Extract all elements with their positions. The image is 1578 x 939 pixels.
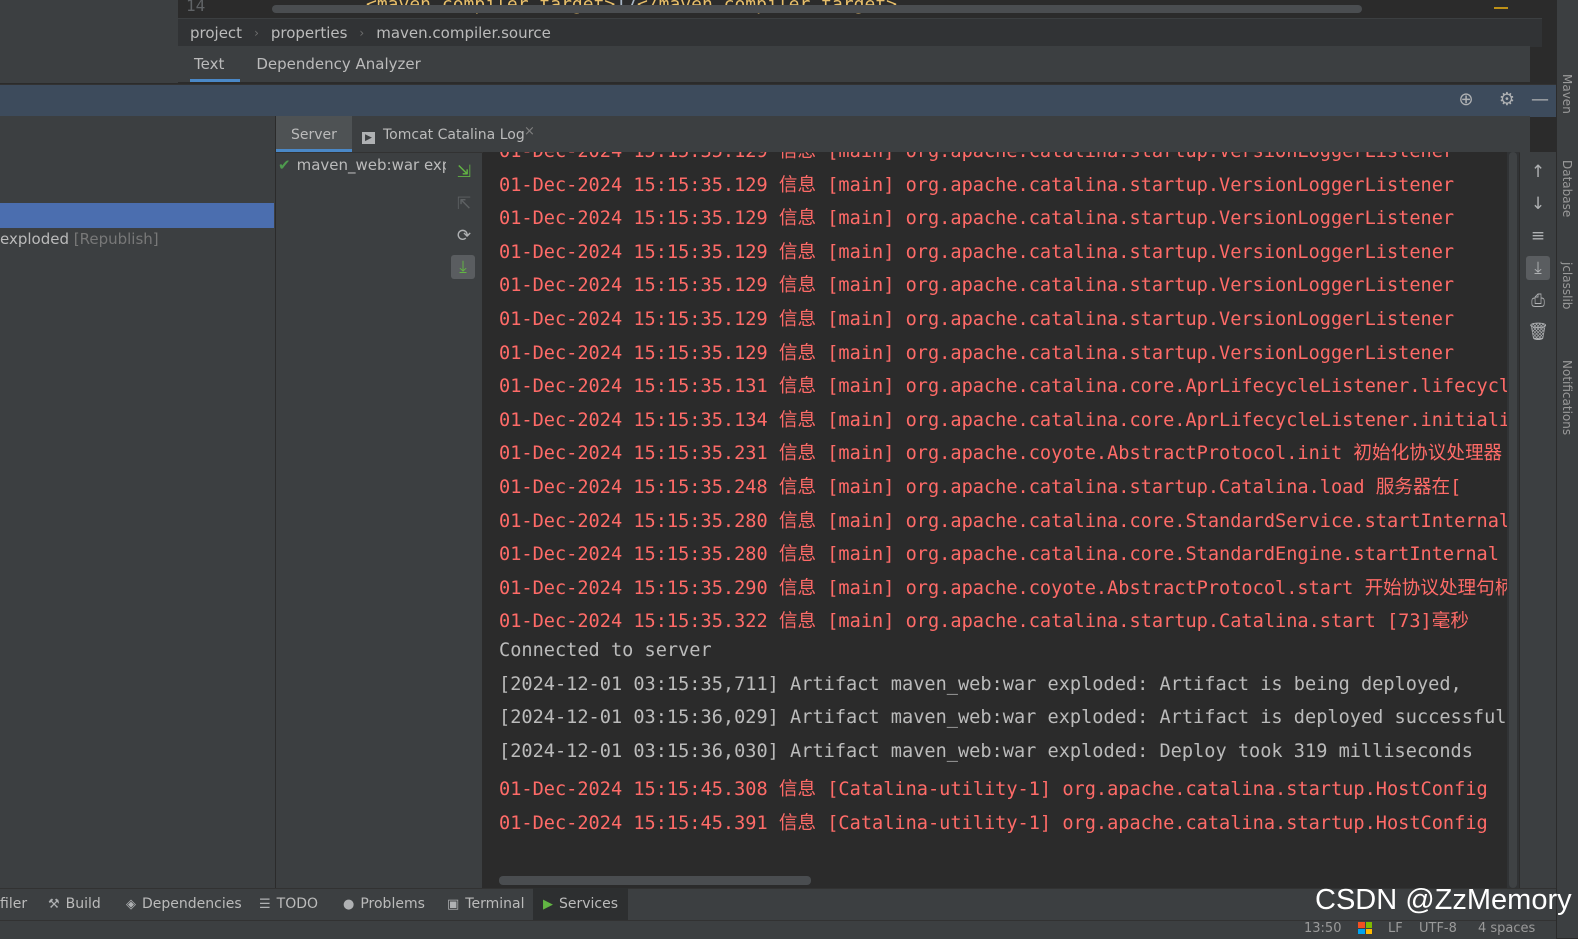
console-line[interactable]: 01-Dec-2024 15:15:35.134 信息 [main] org.a… <box>499 405 1519 432</box>
console-line[interactable]: [2024-12-01 03:15:36,030] Artifact maven… <box>499 741 1473 762</box>
print-icon[interactable]: ⎙ <box>1526 289 1550 313</box>
close-icon[interactable]: × <box>524 124 535 139</box>
console-line[interactable]: 01-Dec-2024 15:15:35.129 信息 [main] org.a… <box>499 270 1454 297</box>
console-line[interactable]: 01-Dec-2024 15:15:35.129 信息 [main] org.a… <box>499 304 1454 331</box>
undeploy-icon[interactable]: ⇱ <box>452 192 476 216</box>
console-line[interactable]: 01-Dec-2024 15:15:35.280 信息 [main] org.a… <box>499 539 1499 566</box>
soft-wrap-icon[interactable]: ≡ <box>1526 224 1550 248</box>
bottom-tab-label: Terminal <box>465 896 525 912</box>
console-line[interactable]: [2024-12-01 03:15:36,029] Artifact maven… <box>499 707 1519 728</box>
target-icon[interactable]: ⊕ <box>1454 88 1478 112</box>
deploy-icon[interactable]: ⇲ <box>452 160 476 184</box>
console-line[interactable]: 01-Dec-2024 15:15:35.129 信息 [main] org.a… <box>499 170 1454 197</box>
layers-icon: ◈ <box>126 897 136 912</box>
gear-icon[interactable]: ⚙ <box>1495 88 1519 112</box>
trash-icon[interactable]: 🗑 <box>1526 320 1550 344</box>
line-number: 14 <box>186 0 206 15</box>
status-indent[interactable]: 4 spaces <box>1478 920 1535 938</box>
bottom-tab-todo[interactable]: ☰ TODO <box>259 888 318 920</box>
status-line-separator[interactable]: LF <box>1388 920 1403 938</box>
check-icon: ✔ <box>278 156 291 174</box>
console-line[interactable]: 01-Dec-2024 15:15:35.131 信息 [main] org.a… <box>499 371 1519 398</box>
stripe-database[interactable]: Database <box>1560 160 1574 217</box>
scroll-to-end-icon[interactable]: ⤓ <box>451 255 475 279</box>
breadcrumb-item-properties[interactable]: properties <box>271 24 348 42</box>
bottom-tab-services[interactable]: ▶ Services <box>533 888 629 920</box>
deployment-item[interactable]: ✔ maven_web:war exp <box>278 156 446 174</box>
bottom-tab-label: Services <box>559 896 619 912</box>
status-encoding[interactable]: UTF-8 <box>1419 920 1457 938</box>
bottom-tab-profiler[interactable]: filer <box>0 888 27 920</box>
list-icon: ☰ <box>259 897 271 912</box>
tree-item-label: exploded <box>0 230 69 248</box>
chevron-right-icon: › <box>254 26 259 40</box>
console-line[interactable]: 01-Dec-2024 15:15:35.280 信息 [main] org.a… <box>499 506 1510 533</box>
tab-dependency-analyzer[interactable]: Dependency Analyzer <box>240 46 436 82</box>
stripe-jclasslib[interactable]: jclasslib <box>1560 262 1574 309</box>
breadcrumb-item-source[interactable]: maven.compiler.source <box>376 24 551 42</box>
console-line[interactable]: 01-Dec-2024 15:15:35.290 信息 [main] org.a… <box>499 573 1513 600</box>
editor-horizontal-scrollbar[interactable] <box>272 5 1362 13</box>
tab-log-label: Tomcat Catalina Log <box>383 127 525 143</box>
project-panel-top <box>0 0 179 83</box>
tree-item-exploded[interactable]: exploded [Republish] <box>0 230 159 248</box>
console-line[interactable]: [2024-12-01 03:15:35,711] Artifact maven… <box>499 674 1462 695</box>
console-line[interactable]: 01-Dec-2024 15:15:45.308 信息 [Catalina-ut… <box>499 774 1488 801</box>
console-horizontal-scrollbar[interactable] <box>499 876 811 885</box>
watermark: CSDN @ZzMemory <box>1315 884 1572 916</box>
stripe-maven[interactable]: Maven <box>1560 74 1574 114</box>
bottom-tab-label: Build <box>65 896 101 912</box>
arrow-up-icon[interactable]: ↑ <box>1526 160 1550 184</box>
editor-warning-marker[interactable] <box>1494 7 1508 9</box>
warning-icon: ● <box>343 897 355 912</box>
stripe-notifications[interactable]: Notifications <box>1560 360 1574 435</box>
console-line[interactable]: 01-Dec-2024 15:15:45.391 信息 [Catalina-ut… <box>499 808 1488 835</box>
console-line[interactable]: Connected to server <box>499 640 712 661</box>
terminal-icon: ▶ <box>362 132 375 144</box>
console-line[interactable]: 01-Dec-2024 15:15:35.129 信息 [main] org.a… <box>499 237 1454 264</box>
editor-bottom-tabs: Text Dependency Analyzer <box>178 46 1530 82</box>
right-tool-stripe <box>1556 0 1578 938</box>
console-output[interactable]: 01-Dec-2024 15:15:35.129 信息 [main] org.a… <box>483 152 1519 888</box>
hammer-icon: ⚒ <box>48 897 60 912</box>
console-line[interactable]: 01-Dec-2024 15:15:35.322 信息 [main] org.a… <box>499 606 1469 633</box>
bottom-tab-problems[interactable]: ● Problems <box>343 888 425 920</box>
scroll-to-end-icon[interactable]: ⤓ <box>1526 256 1550 280</box>
deployment-item-label: maven_web:war exp <box>296 156 446 174</box>
console-line[interactable]: 01-Dec-2024 15:15:35.129 信息 [main] org.a… <box>499 203 1454 230</box>
chevron-right-icon: › <box>359 26 365 40</box>
bottom-tab-dependencies[interactable]: ◈ Dependencies <box>126 888 242 920</box>
console-line[interactable]: 01-Dec-2024 15:15:35.231 信息 [main] org.a… <box>499 438 1502 465</box>
refresh-icon[interactable]: ⟳ <box>452 224 476 248</box>
services-icon: ▶ <box>543 897 553 912</box>
bottom-tab-label: TODO <box>276 896 319 912</box>
tree-item-status: [Republish] <box>73 230 159 248</box>
bottom-tab-label: filer <box>0 896 28 912</box>
breadcrumb: project › properties › maven.compiler.so… <box>178 18 1542 47</box>
tab-server[interactable]: Server <box>276 116 352 152</box>
tree-selected-row[interactable] <box>0 203 274 228</box>
console-line[interactable]: 01-Dec-2024 15:15:35.248 信息 [main] org.a… <box>499 472 1461 499</box>
bottom-tab-label: Problems <box>360 896 425 912</box>
windows-logo-icon <box>1358 922 1372 934</box>
console-line[interactable]: 01-Dec-2024 15:15:35.129 信息 [main] org.a… <box>499 338 1454 365</box>
console-vertical-thumb[interactable] <box>1509 152 1517 888</box>
arrow-down-icon[interactable]: ↓ <box>1526 192 1550 216</box>
console-line[interactable]: 01-Dec-2024 15:15:35.129 信息 [main] org.a… <box>499 152 1454 163</box>
breadcrumb-item-project[interactable]: project <box>190 24 242 42</box>
bottom-tab-terminal[interactable]: ▣ Terminal <box>447 888 524 920</box>
bottom-tab-build[interactable]: ⚒ Build <box>48 888 101 920</box>
status-time: 13:50 <box>1304 921 1342 936</box>
tab-tomcat-catalina-log[interactable]: ▶ Tomcat Catalina Log <box>362 116 525 152</box>
services-header <box>0 84 1556 117</box>
bottom-tab-label: Dependencies <box>142 896 242 912</box>
minimize-icon[interactable]: — <box>1528 88 1552 112</box>
tab-text[interactable]: Text <box>178 46 241 82</box>
terminal-icon: ▣ <box>447 897 460 912</box>
